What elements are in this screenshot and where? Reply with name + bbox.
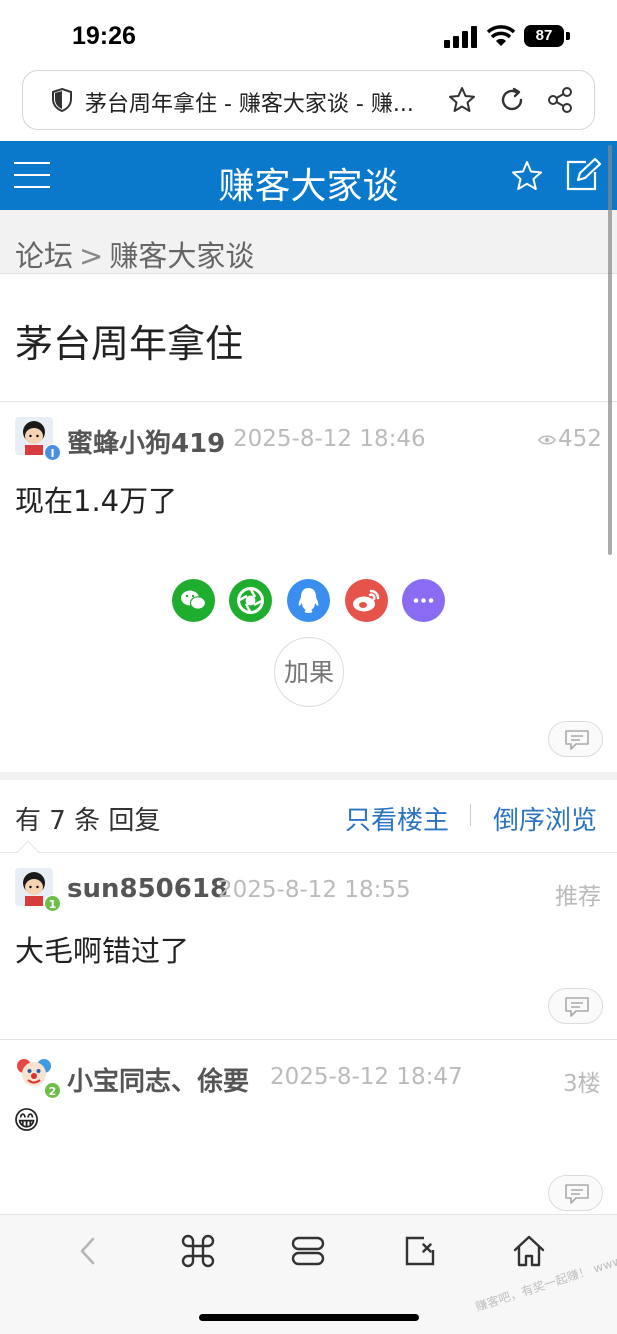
reply-notch [16,840,40,864]
view-count-value: 452 [558,426,602,452]
comment-icon [565,730,589,750]
weibo-icon [353,589,380,612]
address-bar[interactable]: 茅台周年拿住 - 赚客大家谈 - 赚... [22,70,595,130]
wechat-icon [181,590,207,610]
reply-tag[interactable]: 3楼 [563,1064,601,1098]
bookmark-star-icon[interactable] [447,85,477,115]
back-icon[interactable] [73,1233,103,1269]
level-badge: I [44,444,61,461]
level-badge: 1 [44,895,61,912]
comment-icon [565,997,589,1017]
reload-icon[interactable] [497,85,527,115]
reply-author[interactable]: 小宝同志、俆要 [67,1061,249,1098]
qq-icon [298,588,319,613]
divider [0,1039,617,1040]
post-date: 2025-8-12 18:46 [233,426,426,452]
scrollbar[interactable] [608,145,612,555]
thread-title: 茅台周年拿住 [15,322,244,366]
link-separator [470,804,471,826]
status-time: 19:26 [72,22,136,50]
section-gap [0,772,617,780]
reply-content: 😁 [13,1106,41,1136]
reply-count: 有 7 条 回复 [15,806,161,836]
breadcrumb: 论坛 > 赚客大家谈 [0,210,617,274]
breadcrumb-current[interactable]: 赚客大家谈 [109,210,254,273]
comment-button[interactable] [548,721,603,757]
eye-icon [538,434,556,445]
wechat-share-button[interactable] [172,579,215,622]
moments-icon [237,587,264,614]
comment-button[interactable] [548,988,603,1024]
tabs-icon[interactable] [290,1233,326,1269]
breadcrumb-root[interactable]: 论坛 [15,210,73,273]
command-menu-icon[interactable] [180,1233,216,1269]
level-badge: 2 [44,1082,61,1099]
divider [0,401,617,402]
favorite-star-icon[interactable] [510,159,544,193]
reply-author[interactable]: sun850618 [67,874,228,904]
moments-share-button[interactable] [229,579,272,622]
cellular-signal-icon [444,26,478,48]
view-count: 452 [538,426,602,452]
home-icon[interactable] [511,1233,547,1269]
comment-button[interactable] [548,1175,603,1211]
comment-icon [565,1184,589,1204]
breadcrumb-separator: > [79,239,104,273]
reverse-order-link[interactable]: 倒序浏览 [493,800,597,837]
qq-share-button[interactable] [287,579,330,622]
shield-icon [52,87,72,113]
author-name[interactable]: 蜜蜂小狗419 [67,423,225,460]
like-button[interactable]: 加果 [274,637,344,707]
post-content: 现在1.4万了 [15,484,178,518]
reply-content: 大毛啊错过了 [15,934,190,968]
reply-date: 2025-8-12 18:55 [218,877,411,903]
battery-indicator: 87 [524,25,564,47]
only-op-link[interactable]: 只看楼主 [345,800,449,837]
more-share-button[interactable] [402,579,445,622]
status-bar: 19:26 87 [0,0,617,70]
share-icon[interactable] [545,85,575,115]
weibo-share-button[interactable] [345,579,388,622]
wifi-icon [486,25,516,46]
site-header: 赚客大家谈 [0,141,617,210]
home-indicator[interactable] [199,1314,419,1321]
edit-icon[interactable] [564,158,602,192]
divider [0,852,617,853]
url-title[interactable]: 茅台周年拿住 - 赚客大家谈 - 赚... [85,86,440,118]
new-tab-icon[interactable] [402,1233,438,1269]
battery-tip [566,32,570,40]
more-icon [413,598,434,603]
reply-date: 2025-8-12 18:47 [270,1064,463,1090]
reply-tag[interactable]: 推荐 [555,877,601,911]
